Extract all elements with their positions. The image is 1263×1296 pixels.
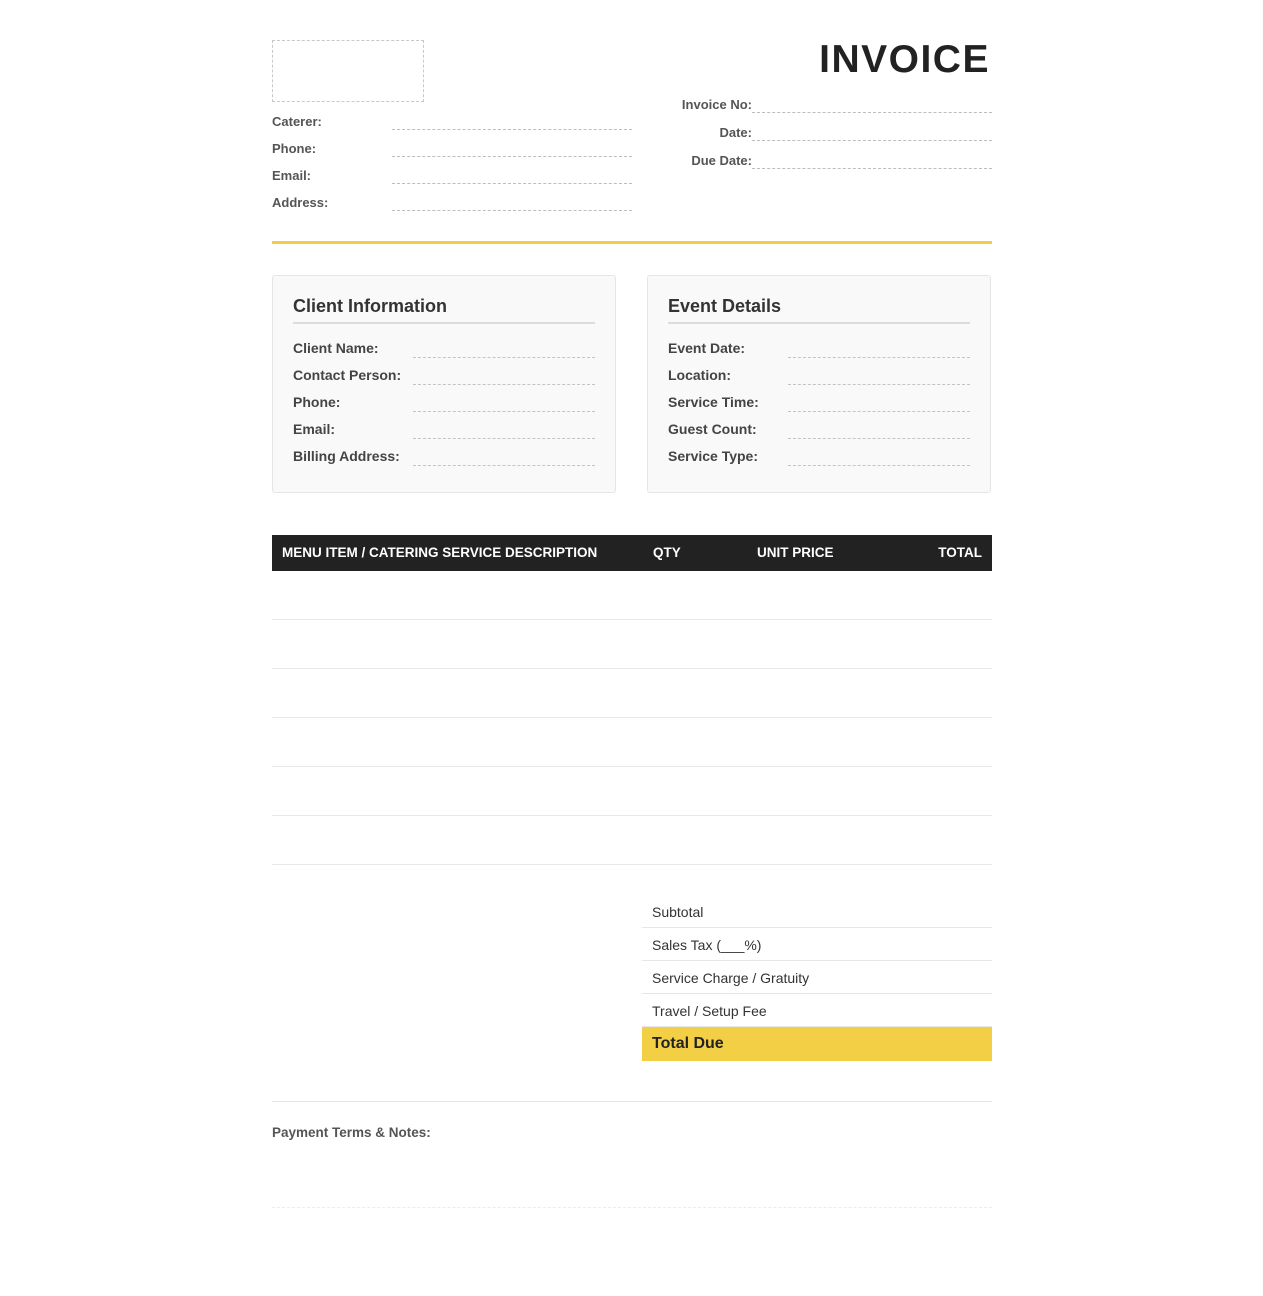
subtotal-label: Subtotal	[652, 904, 704, 920]
event-details-box: Event Details Event Date: Location: Serv…	[647, 275, 991, 493]
caterer-name-field[interactable]	[392, 129, 632, 130]
event-fields: Event Date: Location: Service Time: Gues…	[668, 338, 970, 473]
table-row[interactable]	[272, 669, 992, 718]
client-fields: Client Name: Contact Person: Phone: Emai…	[293, 338, 595, 473]
caterer-address-row: Address:	[272, 193, 632, 220]
invoice-date-row: Date:	[672, 124, 992, 152]
column-header-total: TOTAL	[938, 545, 982, 560]
client-information-title: Client Information	[293, 296, 447, 316]
client-email-row: Email:	[293, 419, 595, 446]
caterer-phone-label: Phone:	[272, 141, 317, 156]
client-phone-label: Phone:	[293, 394, 341, 410]
items-table-header: MENU ITEM / CATERING SERVICE DESCRIPTION…	[272, 535, 992, 571]
billing-address-row: Billing Address:	[293, 446, 595, 473]
contact-person-label: Contact Person:	[293, 367, 402, 383]
invoice-header: Caterer: Phone: Email: Address: INVOICE …	[272, 38, 992, 245]
invoice-date-label: Date:	[719, 125, 752, 140]
client-phone-row: Phone:	[293, 392, 595, 419]
invoice-number-field[interactable]	[752, 112, 992, 113]
service-time-field[interactable]	[788, 411, 970, 412]
payment-terms-field[interactable]	[272, 1207, 992, 1208]
invoice-meta: Invoice No: Date: Due Date:	[672, 96, 992, 180]
event-date-label: Event Date:	[668, 340, 746, 356]
table-row[interactable]	[272, 620, 992, 669]
notes-divider	[272, 1101, 992, 1102]
caterer-phone-row: Phone:	[272, 139, 632, 166]
total-due-row[interactable]: Total Due	[642, 1027, 992, 1061]
guest-count-field[interactable]	[788, 438, 970, 439]
caterer-email-field[interactable]	[392, 183, 632, 184]
event-date-field[interactable]	[788, 357, 970, 358]
travel-fee-label: Travel / Setup Fee	[652, 1003, 767, 1019]
invoice-page: Caterer: Phone: Email: Address: INVOICE …	[272, 38, 992, 1208]
service-charge-row[interactable]: Service Charge / Gratuity	[642, 961, 992, 994]
subtotal-row[interactable]: Subtotal	[642, 895, 992, 928]
client-email-field[interactable]	[413, 438, 595, 439]
column-header-description: MENU ITEM / CATERING SERVICE DESCRIPTION	[282, 545, 598, 560]
location-row: Location:	[668, 365, 970, 392]
due-date-field[interactable]	[752, 168, 992, 169]
guest-count-label: Guest Count:	[668, 421, 757, 437]
due-date-label: Due Date:	[691, 153, 752, 168]
caterer-name-label: Caterer:	[272, 114, 322, 129]
location-field[interactable]	[788, 384, 970, 385]
column-header-unit-price: UNIT PRICE	[757, 545, 834, 560]
guest-count-row: Guest Count:	[668, 419, 970, 446]
contact-person-field[interactable]	[413, 384, 595, 385]
invoice-title: INVOICE	[819, 38, 990, 81]
invoice-number-row: Invoice No:	[672, 96, 992, 124]
sales-tax-row[interactable]: Sales Tax (___%)	[642, 928, 992, 961]
billing-address-field[interactable]	[413, 465, 595, 466]
header-divider	[272, 241, 992, 244]
travel-fee-row[interactable]: Travel / Setup Fee	[642, 994, 992, 1027]
client-title-divider	[293, 322, 595, 324]
service-time-row: Service Time:	[668, 392, 970, 419]
caterer-email-row: Email:	[272, 166, 632, 193]
contact-person-row: Contact Person:	[293, 365, 595, 392]
caterer-address-label: Address:	[272, 195, 329, 210]
table-row[interactable]	[272, 816, 992, 865]
location-label: Location:	[668, 367, 731, 383]
caterer-address-field[interactable]	[392, 210, 632, 211]
service-type-field[interactable]	[788, 465, 970, 466]
client-name-field[interactable]	[413, 357, 595, 358]
service-type-label: Service Type:	[668, 448, 759, 464]
caterer-email-label: Email:	[272, 168, 312, 183]
invoice-date-field[interactable]	[752, 140, 992, 141]
service-charge-label: Service Charge / Gratuity	[652, 970, 810, 986]
client-email-label: Email:	[293, 421, 336, 437]
items-table: MENU ITEM / CATERING SERVICE DESCRIPTION…	[272, 535, 992, 865]
client-information-box: Client Information Client Name: Contact …	[272, 275, 616, 493]
invoice-number-label: Invoice No:	[681, 97, 752, 112]
service-time-label: Service Time:	[668, 394, 759, 410]
table-row[interactable]	[272, 767, 992, 816]
client-phone-field[interactable]	[413, 411, 595, 412]
caterer-fields: Caterer: Phone: Email: Address:	[272, 112, 632, 220]
logo-placeholder[interactable]	[272, 40, 424, 102]
client-name-row: Client Name:	[293, 338, 595, 365]
event-title-divider	[668, 322, 970, 324]
column-header-qty: QTY	[653, 545, 681, 560]
event-details-title: Event Details	[668, 296, 782, 316]
billing-address-label: Billing Address:	[293, 448, 400, 464]
total-due-label: Total Due	[652, 1035, 724, 1052]
table-row[interactable]	[272, 718, 992, 767]
service-type-row: Service Type:	[668, 446, 970, 473]
event-date-row: Event Date:	[668, 338, 970, 365]
sales-tax-label: Sales Tax (___%)	[652, 937, 762, 953]
due-date-row: Due Date:	[672, 152, 992, 180]
client-name-label: Client Name:	[293, 340, 379, 356]
caterer-phone-field[interactable]	[392, 156, 632, 157]
totals-summary: Subtotal Sales Tax (___%) Service Charge…	[642, 895, 992, 1061]
payment-terms-label: Payment Terms & Notes:	[272, 1125, 431, 1140]
table-row[interactable]	[272, 571, 992, 620]
caterer-name-row: Caterer:	[272, 112, 632, 139]
info-section: Client Information Client Name: Contact …	[272, 275, 992, 495]
